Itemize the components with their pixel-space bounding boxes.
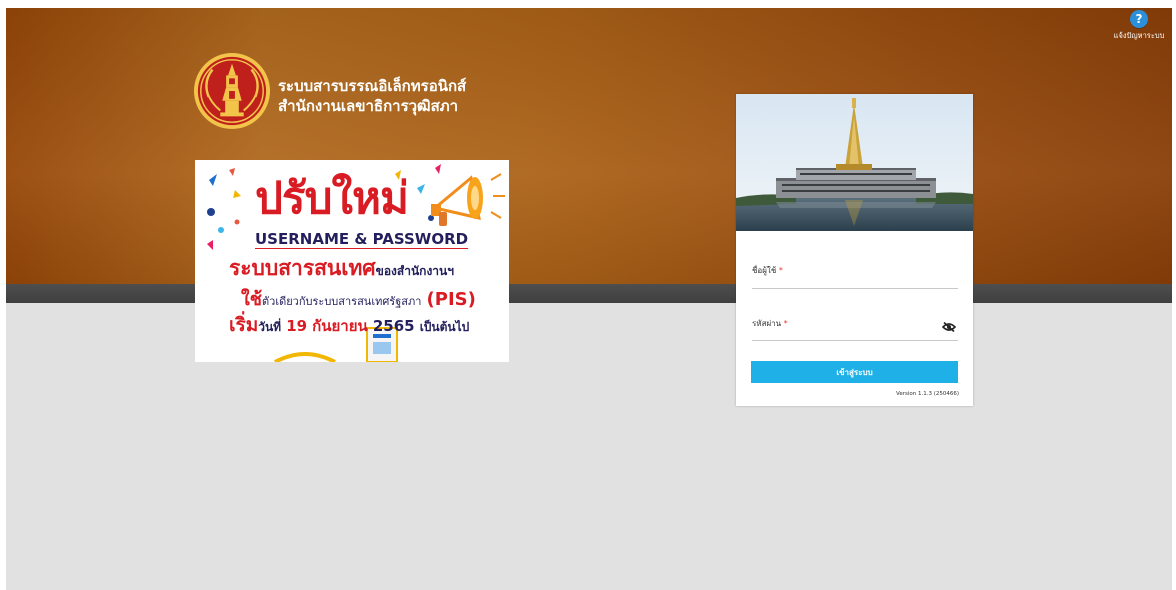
organization-name: ระบบสารบรรณอิเล็กทรอนิกส์ สำนักงานเลขาธิ… (278, 76, 466, 116)
eye-slash-icon[interactable] (942, 322, 956, 332)
announcement-subtitle: USERNAME & PASSWORD (255, 230, 469, 248)
start-year: 2565 (372, 317, 415, 335)
same-as-pis-text: ตัวเดียวกับระบบสารสนเทศรัฐสภา (262, 295, 422, 308)
username-input[interactable] (752, 268, 946, 288)
banner-stripe (6, 284, 1172, 303)
header-banner (6, 8, 1172, 284)
password-input[interactable] (752, 320, 946, 340)
senate-seal-logo (193, 52, 271, 130)
announcement-poster: ปรับใหม่ USERNAME & PASSWORD ระบบสารสนเท… (195, 160, 509, 362)
announcement-line-pis: ใช้ตัวเดียวกับระบบสารสนเทศรัฐสภา (PIS) (241, 284, 476, 313)
start-month: กันยายน (312, 317, 368, 335)
help-bubble-icon: ? (1130, 10, 1148, 28)
page-frame: ? แจ้งปัญหาระบบ ระบบสารบรรณอิเล็กทรอนิกส… (6, 8, 1172, 590)
announcement-title: ปรับใหม่ (255, 173, 409, 224)
office-name: สำนักงานเลขาธิการวุฒิสภา (278, 97, 459, 115)
report-problem-label: แจ้งปัญหาระบบ (1113, 31, 1165, 40)
date-prefix-text: วันที่ (258, 320, 282, 334)
report-problem-button[interactable]: ? แจ้งปัญหาระบบ (1106, 8, 1172, 52)
version-text: Version 1.1.3 (250466) (895, 391, 959, 397)
login-card: ชื่อผู้ใช้ * รหัสผ่าน * เข้าสู่ระบบ Vers… (736, 94, 973, 406)
info-system-text: ระบบสารสนเทศ (229, 256, 376, 280)
announcement-line-info-system: ระบบสารสนเทศของสำนักงานฯ (229, 252, 454, 285)
onwards-text: เป็นต้นไป (419, 320, 470, 334)
login-button[interactable]: เข้าสู่ระบบ (751, 361, 958, 383)
start-text: เริ่ม (229, 314, 259, 336)
announcement-line-start-date: เริ่มวันที่ 19 กันยายน 2565 เป็นต้นไป (229, 310, 469, 340)
username-underline (752, 288, 958, 289)
parliament-building-photo (736, 94, 973, 231)
office-suffix-text: ของสำนักงานฯ (375, 264, 454, 278)
start-day: 19 (286, 317, 308, 335)
password-underline (752, 340, 958, 341)
pis-text: (PIS) (426, 289, 476, 310)
use-text: ใช้ (241, 289, 263, 310)
system-name: ระบบสารบรรณอิเล็กทรอนิกส์ (278, 77, 467, 95)
